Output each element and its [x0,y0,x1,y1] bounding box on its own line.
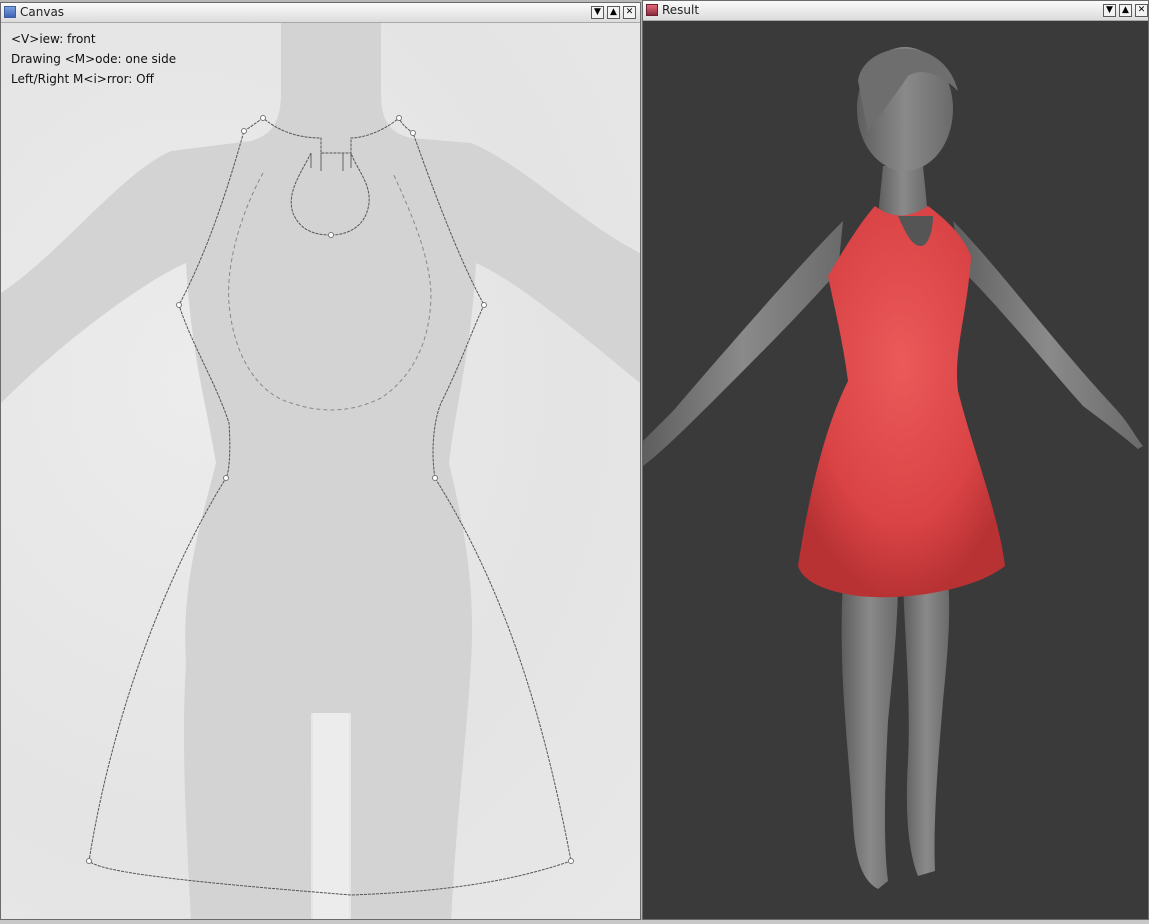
maximize-icon[interactable]: ▲ [607,6,620,19]
result-titlebar[interactable]: Result ▼ ▲ ✕ [643,1,1148,21]
drawing-mode-text: Drawing <M>ode: one side [11,52,177,66]
view-mode-text: <V>iew: front [11,32,96,46]
canvas-titlebar[interactable]: Canvas ▼ ▲ ✕ [1,3,640,23]
minimize-icon[interactable]: ▼ [591,6,604,19]
canvas-title: Canvas [20,5,65,19]
sketch-svg [1,23,640,919]
render-svg [643,47,1143,889]
mirror-mode-text: Left/Right M<i>rror: Off [11,72,154,86]
result-app-icon [646,4,658,16]
canvas-window: Canvas ▼ ▲ ✕ <V>iew: front Drawing <M>od… [0,2,641,920]
3d-viewport[interactable] [643,21,1148,919]
maximize-icon[interactable]: ▲ [1119,4,1132,17]
minimize-icon[interactable]: ▼ [1103,4,1116,17]
result-title: Result [662,3,700,17]
close-icon[interactable]: ✕ [623,6,636,19]
result-window: Result ▼ ▲ ✕ [642,0,1149,920]
canvas-app-icon [4,6,16,18]
drawing-canvas[interactable]: <V>iew: front Drawing <M>ode: one side L… [1,23,640,919]
leg-gap [313,713,349,919]
bottom-bar [0,920,1149,924]
close-icon[interactable]: ✕ [1135,4,1148,17]
